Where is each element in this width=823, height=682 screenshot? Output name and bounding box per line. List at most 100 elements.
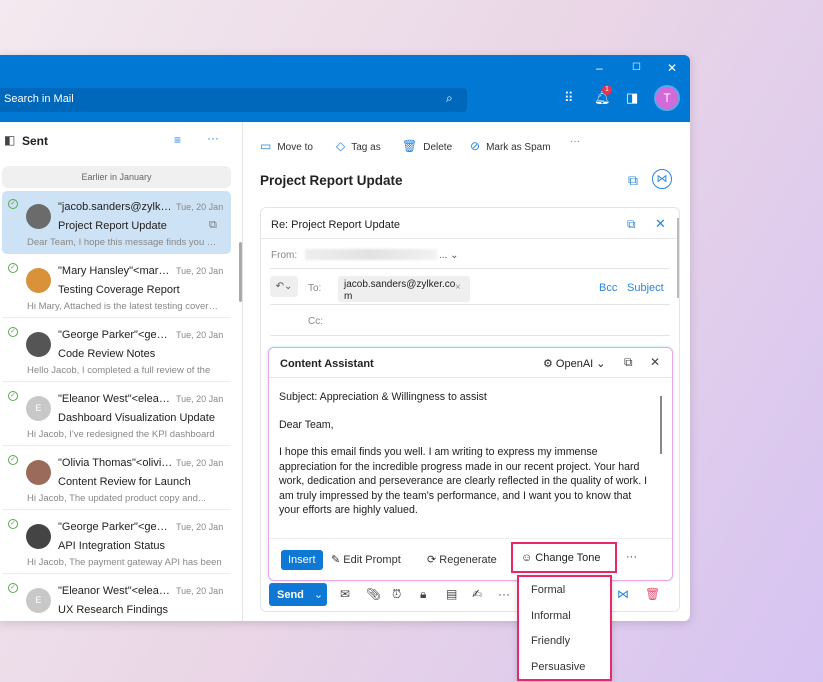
mail-window: – ☐ ✕ Search in Mail ⌕ ⠿ 🔔︎ 1 ◨ T ◧ Sent … — [0, 55, 690, 621]
recipient-chip[interactable]: jacob.sanders@zylker.com × — [338, 276, 470, 302]
share-icon[interactable]: ⋈ — [652, 169, 672, 189]
provider-dropdown[interactable]: ⚙︎ OpenAI ⌄ — [543, 357, 606, 370]
filter-icon[interactable]: ≡ — [174, 133, 181, 147]
reply-type-dropdown[interactable]: ↶⌄ — [270, 276, 298, 297]
mail-from: "Mary Hansley"<mary.hansley@zylker.com> — [58, 265, 173, 277]
notification-badge: 1 — [602, 85, 612, 95]
more-options-icon[interactable]: ··· — [207, 131, 219, 145]
folder-title: Sent — [22, 134, 49, 148]
mail-preview: Dear Team, I hope this message finds you… — [27, 237, 222, 248]
search-icon[interactable]: ⌕ — [446, 91, 453, 106]
mail-subject: Code Review Notes — [58, 348, 156, 360]
smiley-icon: ☺ — [521, 552, 536, 564]
mail-subject: Dashboard Visualization Update — [58, 412, 215, 424]
mail-list-item[interactable]: ✓ "Mary Hansley"<mary.hansley@zylker.com… — [2, 255, 231, 318]
title-bar: – ☐ ✕ Search in Mail ⌕ ⠿ 🔔︎ 1 ◨ T — [0, 55, 690, 122]
tone-option-informal[interactable]: Informal — [519, 604, 610, 629]
sent-check-icon: ✓ — [8, 263, 18, 273]
remove-recipient-icon[interactable]: × — [455, 282, 461, 294]
compose-scrollbar[interactable] — [677, 218, 679, 298]
mail-from: "Eleanor West"<eleanor.west@zylker.com> — [58, 393, 173, 405]
mail-subject: UX Research Findings — [58, 604, 169, 616]
mail-from: "Eleanor West"<eleanor.west@zylker.com> — [58, 585, 173, 597]
tone-option-formal[interactable]: Formal — [519, 578, 610, 603]
close-compose-icon[interactable]: ✕ — [655, 216, 666, 232]
assistant-more-button[interactable]: ··· — [626, 551, 637, 563]
edit-prompt-button[interactable]: ✎ Edit Prompt — [331, 553, 401, 566]
mail-list-item[interactable]: ✓ "Olivia Thomas"<olivia.thomas@zylker.c… — [2, 447, 231, 510]
panel-icon[interactable]: ◨ — [626, 90, 638, 106]
mail-list-item[interactable]: ✓ E "Eleanor West"<eleanor.west@zylker.c… — [2, 383, 231, 446]
discard-icon[interactable]: 🗑︎ — [645, 587, 660, 601]
template-icon[interactable]: ▤ — [446, 587, 457, 601]
mark-as-spam-button[interactable]: ⊘ Mark as Spam — [470, 139, 551, 153]
attach-icon[interactable]: 📎︎ — [366, 587, 381, 601]
close-assistant-icon[interactable]: ✕ — [650, 355, 660, 369]
sender-avatar: E — [26, 588, 51, 613]
mail-from: "jacob.sanders@zylker.com" — [58, 201, 173, 213]
lock-icon[interactable]: 🔒︎ — [420, 587, 426, 602]
mail-date: Tue, 20 Jan — [176, 394, 224, 404]
sender-avatar — [26, 204, 51, 229]
sent-check-icon: ✓ — [8, 199, 18, 209]
subject-link[interactable]: Subject — [627, 282, 664, 294]
toolbar-more-button[interactable]: ··· — [570, 136, 580, 147]
mail-subject: Content Review for Launch — [58, 476, 191, 488]
sender-avatar — [26, 524, 51, 549]
collapse-sidebar-icon[interactable]: ◧ — [4, 133, 15, 147]
move-to-button[interactable]: ▭ Move to — [260, 139, 313, 153]
folder-icon: ▭ — [260, 139, 272, 153]
trash-icon: 🗑︎ — [402, 139, 418, 153]
copy-icon[interactable]: ⧉ — [624, 355, 633, 370]
user-avatar[interactable]: T — [654, 85, 680, 111]
pop-out-icon[interactable]: ⧉ — [627, 217, 636, 232]
spam-icon: ⊘ — [470, 139, 481, 153]
tag-as-button[interactable]: ◇ Tag as — [336, 139, 381, 153]
send-options-chevron-icon: ⌄ — [313, 589, 324, 601]
from-dropdown[interactable]: ... ⌄ — [439, 250, 459, 261]
reminder-icon[interactable]: ⏰︎ — [392, 587, 401, 602]
mail-date: Tue, 20 Jan — [176, 330, 224, 340]
mail-list-item[interactable]: ✓ "George Parker"<george.parker@zylker.c… — [2, 511, 231, 574]
sent-check-icon: ✓ — [8, 583, 18, 593]
assistant-scrollbar[interactable] — [660, 396, 662, 454]
tone-option-friendly[interactable]: Friendly — [519, 629, 610, 654]
mail-list-item[interactable]: ✓ "George Parker"<george.parker@zylker.c… — [2, 319, 231, 382]
mail-subject: Testing Coverage Report — [58, 284, 180, 296]
bcc-link[interactable]: Bcc — [599, 282, 617, 294]
minimize-button[interactable]: – — [596, 61, 603, 75]
sent-check-icon: ✓ — [8, 455, 18, 465]
refresh-icon: ⟳ — [427, 554, 440, 566]
insert-button[interactable]: Insert — [281, 550, 323, 570]
regenerate-button[interactable]: ⟳ Regenerate — [427, 553, 497, 566]
mail-list-item[interactable]: ✓ E "Eleanor West"<eleanor.west@zylker.c… — [2, 575, 231, 621]
share-compose-icon[interactable]: ⋈ — [617, 587, 629, 601]
mail-list-pane: ◧ Sent ≡ ··· Earlier in January ✓ "jacob… — [0, 122, 243, 621]
conversation-icon[interactable]: ⧉ — [628, 172, 638, 189]
assistant-output[interactable]: Subject: Appreciation & Willingness to a… — [279, 390, 654, 531]
compose-more-icon[interactable]: ··· — [498, 587, 510, 601]
mail-date: Tue, 20 Jan — [176, 586, 224, 596]
tone-menu: Formal Informal Friendly Persuasive — [517, 575, 612, 681]
schedule-icon[interactable]: ✉ — [340, 587, 350, 601]
from-label: From: — [271, 250, 298, 261]
openai-icon: ⚙︎ — [543, 358, 556, 370]
thread-icon: ⧉ — [209, 219, 217, 231]
mail-preview: Hi Jacob, The payment gateway API has be… — [27, 557, 222, 568]
maximize-button[interactable]: ☐ — [632, 62, 641, 73]
mail-preview: Hi Mary, Attached is the latest testing … — [27, 301, 222, 312]
search-input[interactable]: Search in Mail ⌕ — [0, 88, 467, 112]
send-button[interactable]: Send ⌄ — [269, 583, 327, 606]
tone-option-persuasive[interactable]: Persuasive — [519, 655, 610, 680]
apps-grid-icon[interactable]: ⠿ — [564, 90, 574, 106]
signature-icon[interactable]: ✍︎ — [472, 587, 482, 601]
scrollbar[interactable] — [239, 242, 242, 302]
delete-button[interactable]: 🗑︎ Delete — [402, 139, 452, 153]
close-button[interactable]: ✕ — [667, 61, 677, 75]
change-tone-button[interactable]: ☺ Change Tone — [511, 542, 617, 573]
mail-preview: Hi Jacob, I've redesigned the KPI dashbo… — [27, 429, 215, 440]
cc-label: Cc: — [308, 316, 323, 327]
pencil-icon: ✎ — [331, 554, 344, 566]
mail-list-item[interactable]: ✓ "jacob.sanders@zylker.com" Tue, 20 Jan… — [2, 191, 231, 254]
sent-check-icon: ✓ — [8, 519, 18, 529]
